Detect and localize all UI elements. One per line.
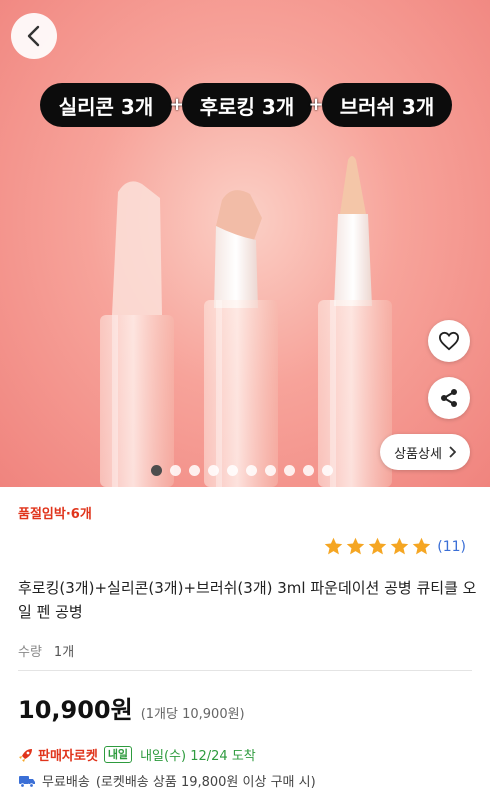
star-icon [391,537,409,555]
carousel-dot[interactable] [265,464,276,476]
quantity-label: 수량 [18,645,42,660]
price: 10,900원 [18,696,133,724]
heart-icon [438,331,460,351]
share-icon [441,389,457,407]
review-count[interactable]: (11) [437,539,466,555]
carousel-dot[interactable] [170,464,181,476]
silicone-pen [100,181,174,487]
chevron-right-icon [449,446,456,458]
tomorrow-badge: 내일 [103,746,133,763]
product-image-carousel[interactable]: 실리콘 3개 + 후로킹 3개 + 브러쉬 3개 상품상세 [0,0,490,487]
bundle-label-row: 실리콘 3개 + 후로킹 3개 + 브러쉬 3개 [40,83,452,127]
shipping-row: 무료배송 (로켓배송 상품 19,800원 이상 구매 시) [18,771,316,790]
carousel-dot[interactable] [151,464,162,476]
delivery-row: 판매자로켓 내일 내일(수) 12/24 도착 [18,745,256,764]
share-button[interactable] [428,377,470,419]
star-icon [413,537,431,555]
star-icon [347,537,365,555]
back-button[interactable] [11,13,57,59]
unit-price: (1개당 10,900원) [140,707,245,722]
flocking-pen [204,190,278,487]
divider [18,670,472,671]
bundle-pill-brush: 브러쉬 3개 [322,83,452,127]
brush-pen [318,156,392,487]
chevron-left-icon [27,25,40,47]
carousel-dot[interactable] [208,464,219,476]
star-icon [369,537,387,555]
stock-badge: 품절임박·6개 [18,507,92,522]
shipping-note: (로켓배송 상품 19,800원 이상 구매 시) [95,775,316,790]
shipping-label: 무료배송 [42,775,90,790]
product-detail-button[interactable]: 상품상세 [380,434,470,470]
price-row: 10,900원 (1개당 10,900원) [18,690,245,725]
product-detail-label: 상품상세 [394,446,442,462]
product-title: 후로킹(3개)+실리콘(3개)+브러쉬(3개) 3ml 파운데이션 공병 큐티클… [18,579,477,621]
carousel-dot[interactable] [227,464,238,476]
truck-icon [19,775,35,788]
quantity-row: 수량 1개 [18,641,74,660]
carousel-dot[interactable] [322,464,333,476]
rocket-icon [19,748,32,762]
carousel-indicator[interactable] [151,463,333,477]
star-rating [323,536,432,557]
carousel-dot[interactable] [189,464,200,476]
star-icon [325,537,343,555]
rocket-label: 판매자로켓 [38,749,98,764]
carousel-dot[interactable] [303,464,314,476]
rating[interactable]: (11) [323,536,466,557]
carousel-dot[interactable] [284,464,295,476]
bundle-pill-flocking: 후로킹 3개 [182,83,312,127]
carousel-dot[interactable] [246,464,257,476]
bundle-pill-silicone: 실리콘 3개 [40,83,172,127]
quantity-value: 1개 [53,645,75,660]
arrival-date: 내일(수) 12/24 도착 [140,749,256,764]
wishlist-button[interactable] [428,320,470,362]
